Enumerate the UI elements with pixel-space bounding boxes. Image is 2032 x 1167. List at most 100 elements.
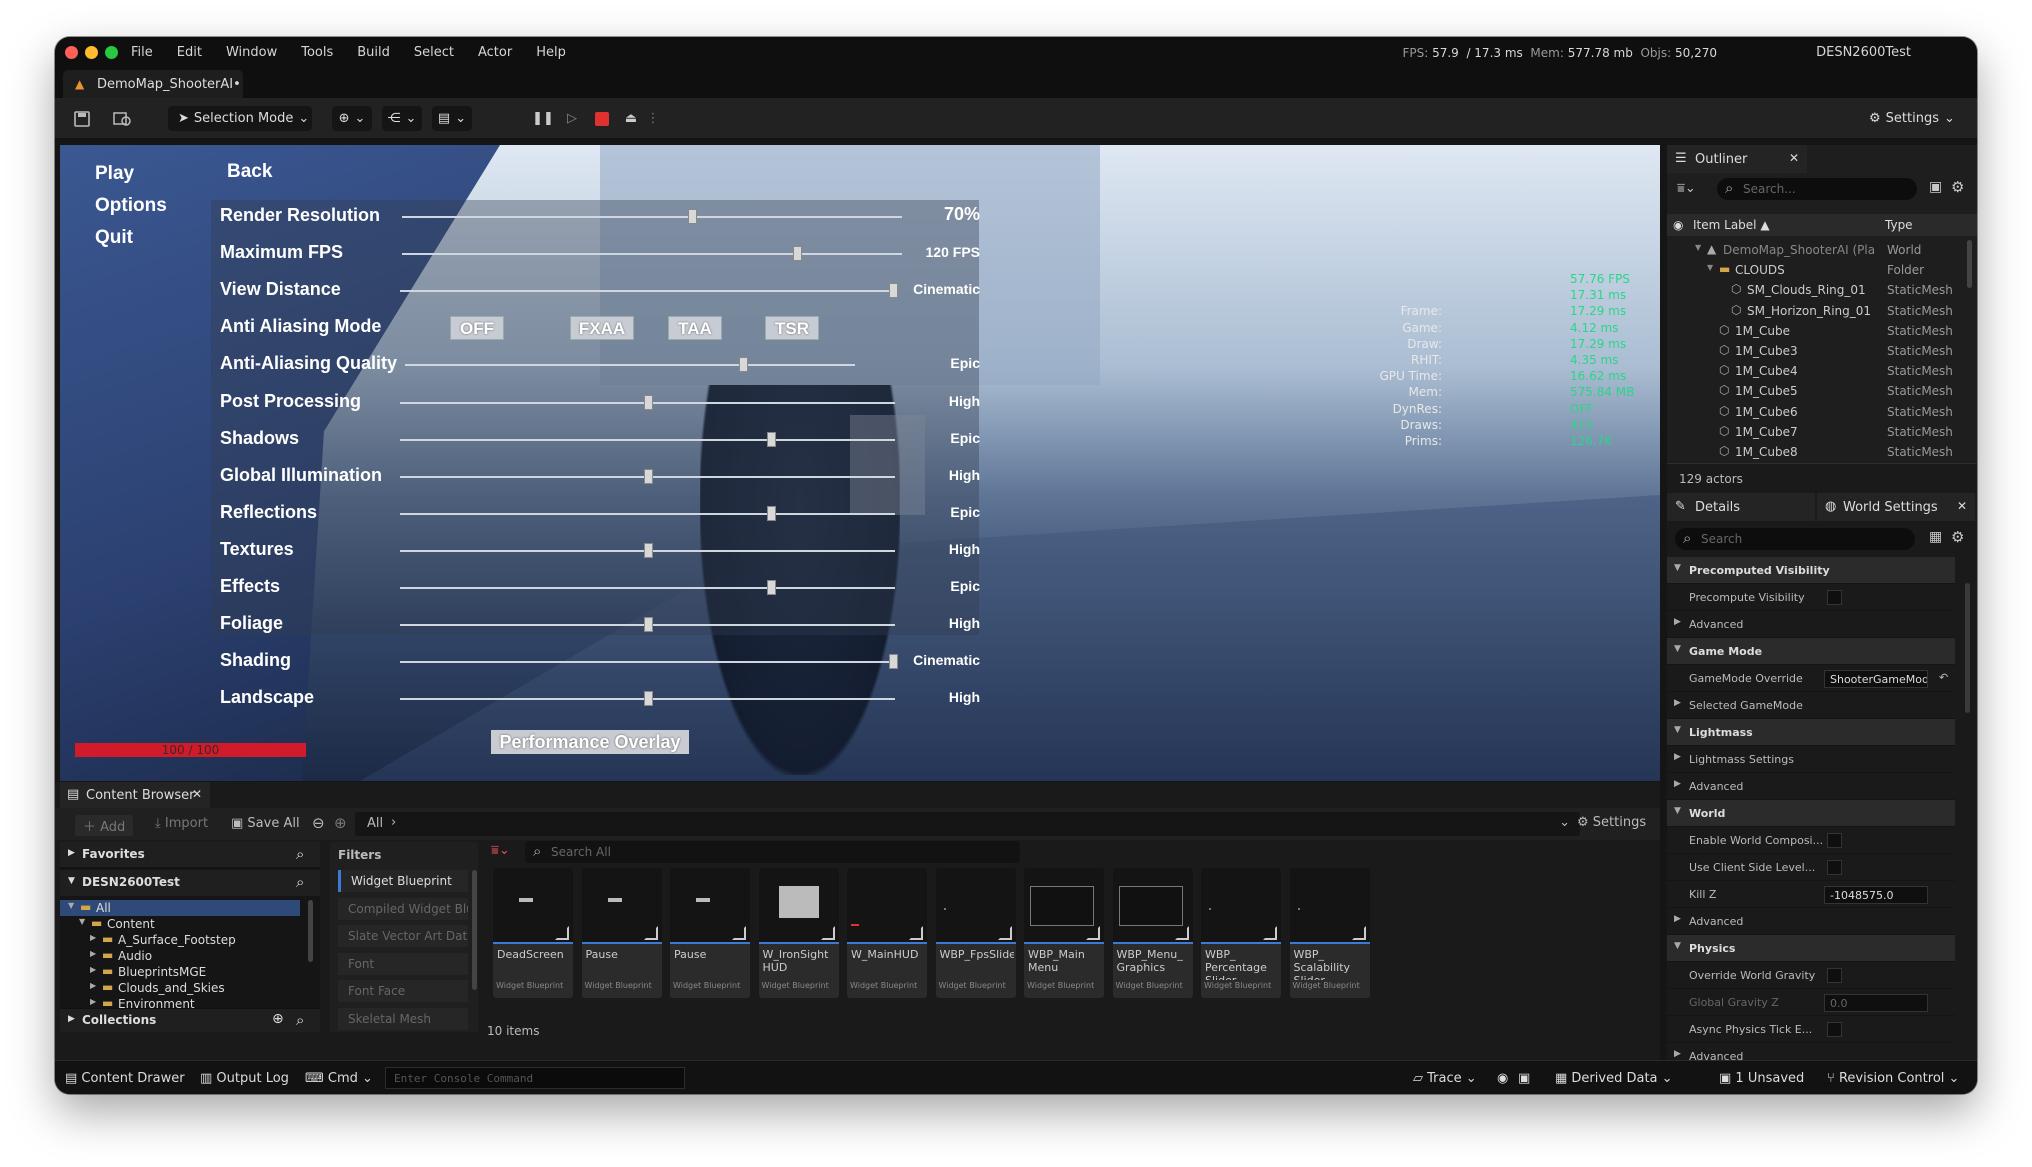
camera-icon[interactable]: ▣ [1518,1071,1530,1086]
slider-handle[interactable] [767,506,776,521]
search-icon[interactable]: ⌕ [296,845,304,863]
details-property[interactable]: Async Physics Tick E... [1667,1016,1955,1043]
details-checkbox[interactable] [1827,833,1842,848]
slider-handle[interactable] [644,543,653,558]
outliner-row[interactable]: ⬡ SM_Clouds_Ring_01 StaticMesh [1667,280,1977,300]
outliner-row[interactable]: ⬡ 1M_Cube6 StaticMesh [1667,402,1977,422]
slider-handle[interactable] [767,580,776,595]
menu-back-button[interactable]: Back [227,161,272,183]
table-view-icon[interactable]: ▦ [1929,529,1942,545]
close-icon[interactable]: ✕ [1957,499,1967,513]
details-property[interactable]: ▶ Advanced [1667,611,1955,638]
asset-search-input[interactable]: Search All [525,841,1020,863]
blueprint-button[interactable]: ⋲ ⌄ [382,106,422,131]
chevron-icon[interactable]: ▼ [79,917,85,926]
menu-options-button[interactable]: Options [95,195,167,217]
chevron-right-icon[interactable]: ▶ [1674,698,1681,708]
outliner-row[interactable]: ⬡ 1M_Cube StaticMesh [1667,321,1977,341]
details-checkbox[interactable] [1827,1022,1842,1037]
stop-button[interactable] [592,106,612,131]
record-icon[interactable]: ◉ [1497,1071,1508,1086]
chevron-icon[interactable]: ▶ [90,965,96,974]
slider-handle[interactable] [644,691,653,706]
content-drawer-button[interactable]: ▤ Content Drawer [65,1071,185,1086]
revision-control-button[interactable]: ⑂ Revision Control ⌄ [1827,1071,1959,1086]
outliner-row[interactable]: ▼ ▬ CLOUDS Folder [1667,260,1977,280]
slider-track[interactable] [405,364,855,366]
slider-track[interactable] [402,216,902,218]
browse-icon[interactable] [113,106,137,131]
slider-handle[interactable] [739,357,748,372]
details-property[interactable]: Override World Gravity [1667,962,1955,989]
output-log-button[interactable]: ▥ Output Log [200,1071,289,1086]
visibility-icon[interactable]: ◉ [1673,218,1683,232]
outliner-row[interactable]: ⬡ SM_Horizon_Ring_01 StaticMesh [1667,301,1977,321]
menu-select[interactable]: Select [414,45,454,60]
folder-tree-item[interactable]: ▼ ▬ Content [60,916,300,932]
gear-icon[interactable]: ⚙ [1951,178,1964,196]
slider-handle[interactable] [644,469,653,484]
asset-filter-icon[interactable]: ⩸⌄ [491,843,510,858]
details-checkbox[interactable] [1827,968,1842,983]
aa-option-taa[interactable]: TAA [668,316,722,340]
slider-handle[interactable] [688,209,697,224]
eject-button[interactable]: ⏏ [620,106,642,131]
chevron-right-icon[interactable]: ▶ [1674,752,1681,762]
details-category[interactable]: ▼ Physics [1667,935,1955,962]
cinematics-button[interactable]: ▤ ⌄ [432,106,472,131]
details-scrollbar[interactable] [1965,583,1970,713]
back-nav-icon[interactable]: ⊖ [312,814,325,832]
aa-option-off[interactable]: OFF [450,316,504,340]
search-icon[interactable]: ⌕ [296,1011,304,1029]
chevron-icon[interactable]: ▶ [90,933,96,942]
asset-tile[interactable]: Pause Widget Blueprint [670,868,750,998]
import-button[interactable]: ⤓ Import [155,816,208,831]
details-category[interactable]: ▼ Game Mode [1667,638,1955,665]
add-collection-icon[interactable]: ⊕ [272,1011,284,1027]
asset-tile[interactable]: WBP_FpsSlider Widget Blueprint [935,868,1016,998]
slider-handle[interactable] [793,246,802,261]
details-category[interactable]: ▼ Lightmass [1667,719,1955,746]
outliner-row[interactable]: ⬡ 1M_Cube8 StaticMesh [1667,442,1977,462]
game-viewport[interactable]: Play Options Quit Back Render Resolution… [60,145,1660,781]
slider-track[interactable] [400,513,895,515]
tab-details[interactable]: ✎ Details [1667,493,1815,521]
details-checkbox[interactable] [1827,860,1842,875]
folder-tree-item[interactable]: ▼ ▬ All [60,900,300,916]
menu-actor[interactable]: Actor [478,45,512,60]
chevron-down-icon[interactable]: ▼ [1674,644,1681,654]
details-property[interactable]: Kill Z -1048575.0 [1667,881,1955,908]
chevron-right-icon[interactable]: ▶ [1674,1049,1681,1059]
slider-track[interactable] [400,439,895,441]
chevron-icon[interactable]: ▶ [90,949,96,958]
zoom-window-button[interactable] [105,46,118,59]
tab-world-settings[interactable]: ◍ World Settings ✕ [1817,493,1975,521]
path-root[interactable]: All [367,816,383,831]
unsaved-button[interactable]: ▣ 1 Unsaved [1719,1071,1804,1086]
settings-button[interactable]: ⚙ Settings ⌄ [1869,106,1959,131]
menu-edit[interactable]: Edit [177,45,202,60]
folder-tree-item[interactable]: ▶ ▬ A_Surface_Footstep [60,932,300,948]
menu-quit-button[interactable]: Quit [95,227,133,249]
reset-icon[interactable]: ↶ [1939,671,1948,684]
chevron-down-icon[interactable]: ▼ [1674,563,1681,573]
details-value-field[interactable]: 0.0 [1824,994,1928,1012]
step-button[interactable]: ▷ [562,106,582,131]
cb-settings-button[interactable]: ⚙ Settings [1577,815,1646,830]
close-window-button[interactable] [65,46,78,59]
details-property[interactable]: ▶ Selected GameMode [1667,692,1955,719]
outliner-search-input[interactable]: Search... [1717,178,1917,200]
details-property[interactable]: Use Client Side Level... [1667,854,1955,881]
chevron-icon[interactable]: ▶ [90,997,96,1006]
performance-overlay-button[interactable]: Performance Overlay [491,730,689,754]
tab-level[interactable]: ▲ DemoMap_ShooterAI• [63,70,243,98]
asset-tile[interactable]: DeadScreen Widget Blueprint [493,868,573,998]
details-property[interactable]: GameMode Override ShooterGameMod ↶ [1667,665,1955,692]
chevron-down-icon[interactable]: ▼ [1695,243,1701,252]
details-property[interactable]: Enable World Composi... [1667,827,1955,854]
aa-option-tsr[interactable]: TSR [765,316,819,340]
slider-track[interactable] [400,290,895,292]
outliner-row[interactable]: ⬡ 1M_Cube3 StaticMesh [1667,341,1977,361]
selection-mode-dropdown[interactable]: ➤ Selection Mode ⌄ [168,106,312,131]
filter-icon[interactable]: ⩸⌄ [1677,181,1696,196]
